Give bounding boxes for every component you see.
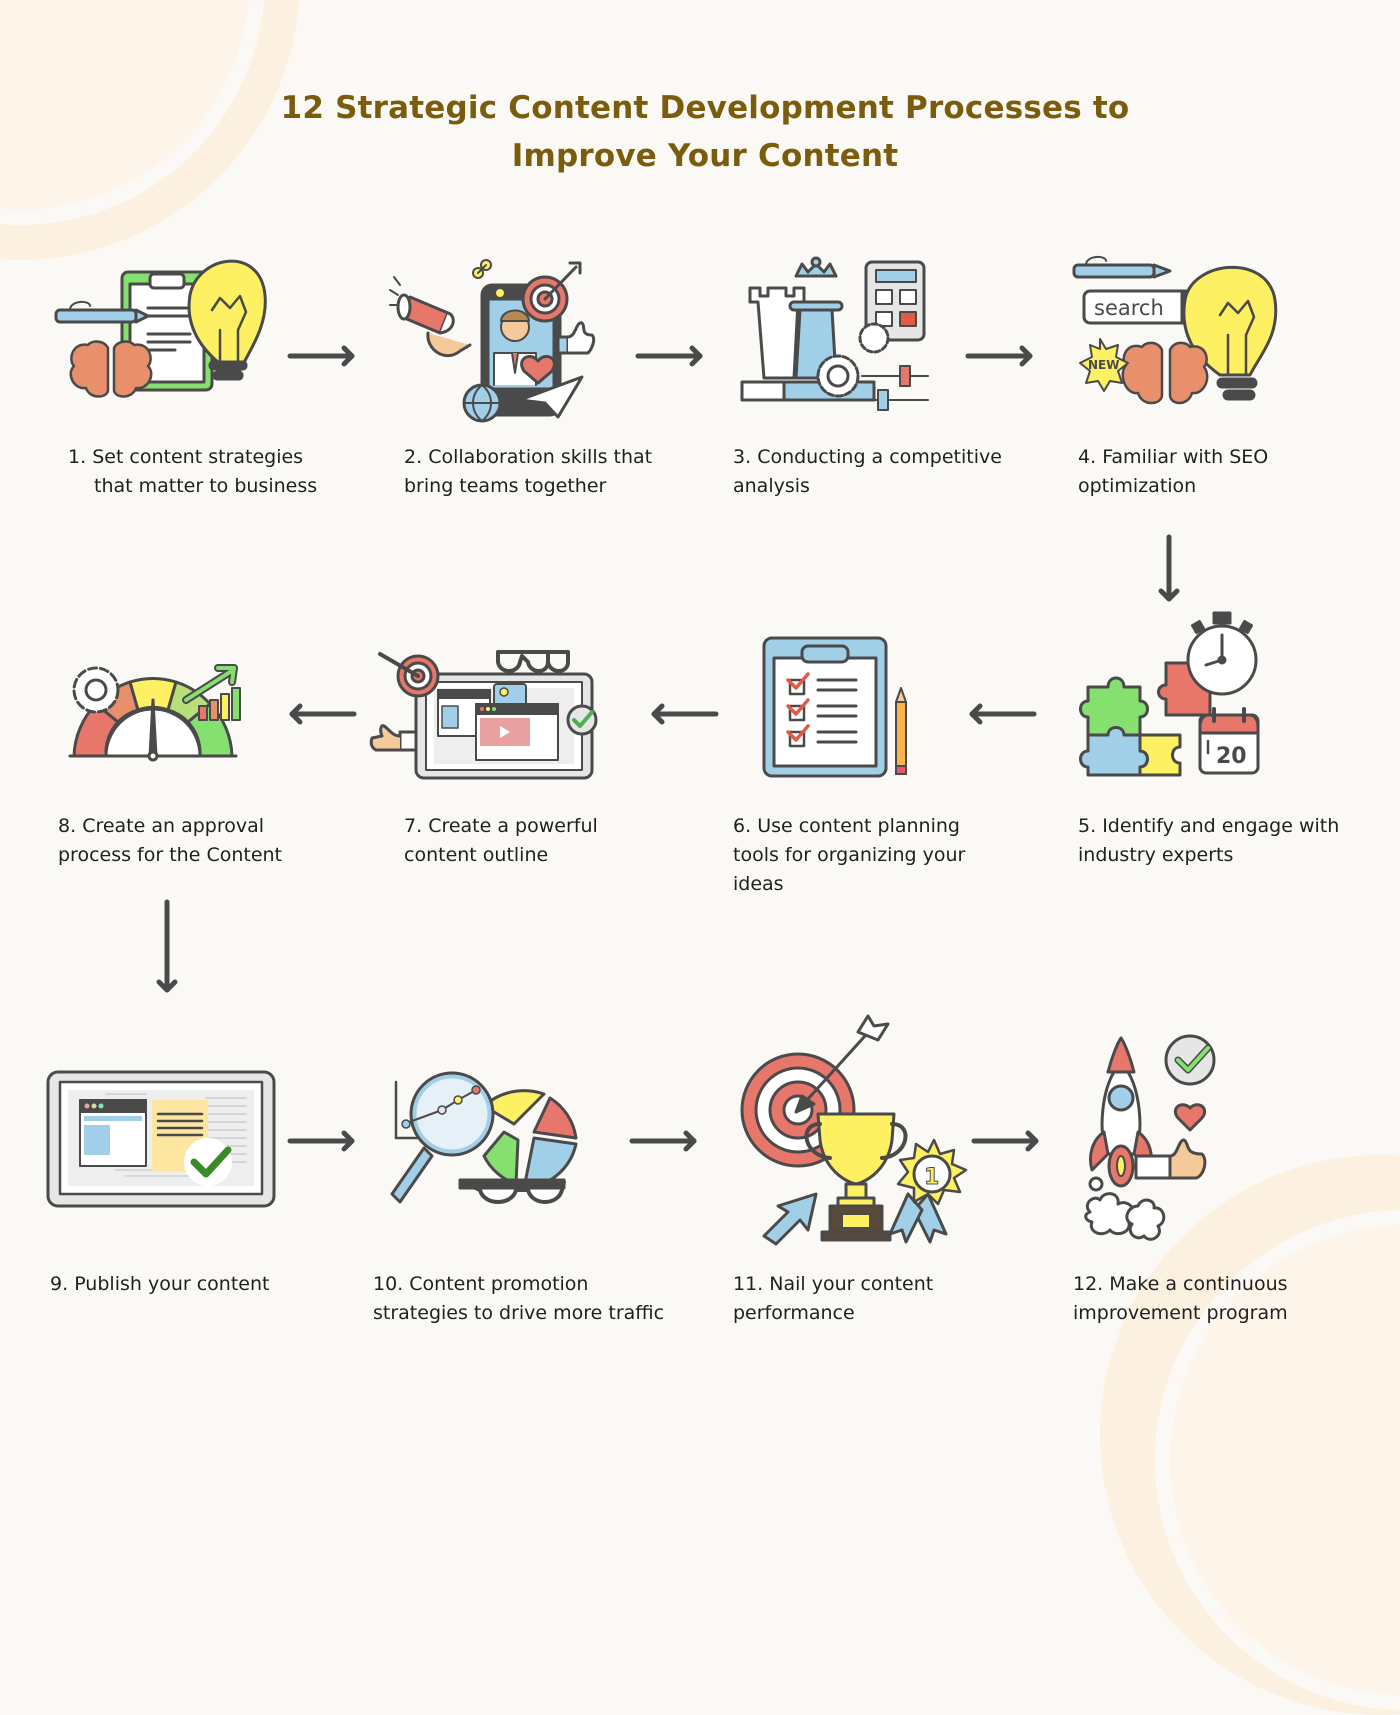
- arrow-down-4-to-5: [1158, 534, 1180, 603]
- arrow-down-8-to-9: [156, 899, 178, 994]
- clipboard-lightbulb-brain-icon: [50, 250, 280, 410]
- step-text-line-1: Use content planning: [757, 815, 960, 837]
- step-5-label: 5. Identify and engage with industry exp…: [1078, 812, 1378, 870]
- step-text-line-1: Create a powerful: [428, 815, 598, 837]
- speedometer-gauge-icon: [64, 660, 244, 765]
- search-lightbulb-brain-icon: search NEW: [1070, 255, 1300, 415]
- step-12-label: 12. Make a continuous improvement progra…: [1073, 1270, 1373, 1328]
- step-text-line-2: content outline: [404, 844, 549, 866]
- step-text-line-2: strategies to drive more traffic: [373, 1302, 665, 1324]
- step-text-line-2: industry experts: [1078, 844, 1234, 866]
- step-number: 6.: [733, 815, 752, 837]
- step-text-line-1: Publish your content: [74, 1273, 270, 1295]
- step-text-line-1: Set content strategies: [92, 446, 304, 468]
- arrow-right-2-to-3: [635, 345, 706, 367]
- magnifier-piechart-icon: [384, 1064, 584, 1219]
- arrow-right-1-to-2: [287, 345, 358, 367]
- step-9-label: 9. Publish your content: [50, 1270, 350, 1299]
- step-11-label: 11. Nail your content performance: [733, 1270, 1033, 1328]
- step-10-label: 10. Content promotion strategies to driv…: [373, 1270, 703, 1328]
- step-number: 3.: [733, 446, 752, 468]
- step-4-label: 4. Familiar with SEO optimization: [1078, 443, 1378, 501]
- step-7-label: 7. Create a powerful content outline: [404, 812, 704, 870]
- step-text-line-2: process for the Content: [58, 844, 283, 866]
- step-number: 7.: [404, 815, 423, 837]
- step-number: 9.: [50, 1273, 69, 1295]
- step-8-label: 8. Create an approval process for the Co…: [58, 812, 358, 870]
- step-number: 10.: [373, 1273, 404, 1295]
- search-text: search: [1094, 296, 1164, 320]
- tablet-publish-check-icon: [46, 1070, 278, 1210]
- step-number: 8.: [58, 815, 77, 837]
- puzzle-stopwatch-calendar-icon: 20: [1070, 605, 1270, 777]
- step-text-line-1: Nail your content: [769, 1273, 934, 1295]
- checklist-clipboard-icon: [760, 636, 920, 781]
- chess-calculator-gears-icon: [738, 256, 938, 411]
- medal-number-text: 1: [924, 1165, 939, 1190]
- step-text-line-1: Identify and engage with: [1102, 815, 1340, 837]
- arrow-left-7-to-8: [286, 703, 357, 725]
- arrow-right-3-to-4: [965, 345, 1036, 367]
- step-text-line-1: Content promotion: [409, 1273, 589, 1295]
- step-number: 5.: [1078, 815, 1097, 837]
- trophy-target-medal-icon: 1: [738, 1012, 978, 1247]
- step-text-line-1: Make a continuous: [1109, 1273, 1288, 1295]
- step-number: 4.: [1078, 446, 1097, 468]
- step-number: 11.: [733, 1273, 764, 1295]
- title-line-2: Improve Your Content: [511, 138, 899, 174]
- step-text-line-2: tools for organizing your: [733, 844, 966, 866]
- page-title: 12 Strategic Content Development Process…: [200, 84, 1210, 180]
- arrow-left-6-to-7: [648, 703, 719, 725]
- step-text-line-2: optimization: [1078, 475, 1197, 497]
- arrow-right-9-to-10: [287, 1130, 358, 1152]
- step-text-line-2: bring teams together: [404, 475, 607, 497]
- rocket-thumbsup-icon: [1084, 1034, 1226, 1246]
- phone-megaphone-target-icon: [389, 255, 600, 425]
- step-number: 2.: [404, 446, 423, 468]
- arrow-right-11-to-12: [971, 1130, 1042, 1152]
- title-line-1: 12 Strategic Content Development Process…: [280, 90, 1130, 126]
- step-text-line-1: Conducting a competitive: [757, 446, 1002, 468]
- step-text-line-1: Create an approval: [82, 815, 265, 837]
- step-text-line-2: performance: [733, 1302, 855, 1324]
- step-number: 12.: [1073, 1273, 1104, 1295]
- step-number: 1.: [68, 446, 87, 468]
- calendar-day-text: 20: [1216, 744, 1247, 769]
- step-text-line-3: ideas: [733, 873, 784, 895]
- step-text-line-1: Collaboration skills that: [428, 446, 653, 468]
- arrow-right-10-to-11: [629, 1130, 700, 1152]
- laptop-video-outline-icon: [369, 648, 610, 783]
- step-text-line-2: that matter to business: [94, 475, 318, 497]
- step-text-line-2: improvement program: [1073, 1302, 1288, 1324]
- step-text-line-1: Familiar with SEO: [1102, 446, 1269, 468]
- step-text-line-2: analysis: [733, 475, 810, 497]
- step-6-label: 6. Use content planning tools for organi…: [733, 812, 1033, 899]
- step-2-label: 2. Collaboration skills that bring teams…: [404, 443, 704, 501]
- step-1-label: 1. Set content strategies that matter to…: [68, 443, 368, 501]
- new-badge-text: NEW: [1088, 358, 1119, 372]
- step-3-label: 3. Conducting a competitive analysis: [733, 443, 1033, 501]
- arrow-left-5-to-6: [966, 703, 1037, 725]
